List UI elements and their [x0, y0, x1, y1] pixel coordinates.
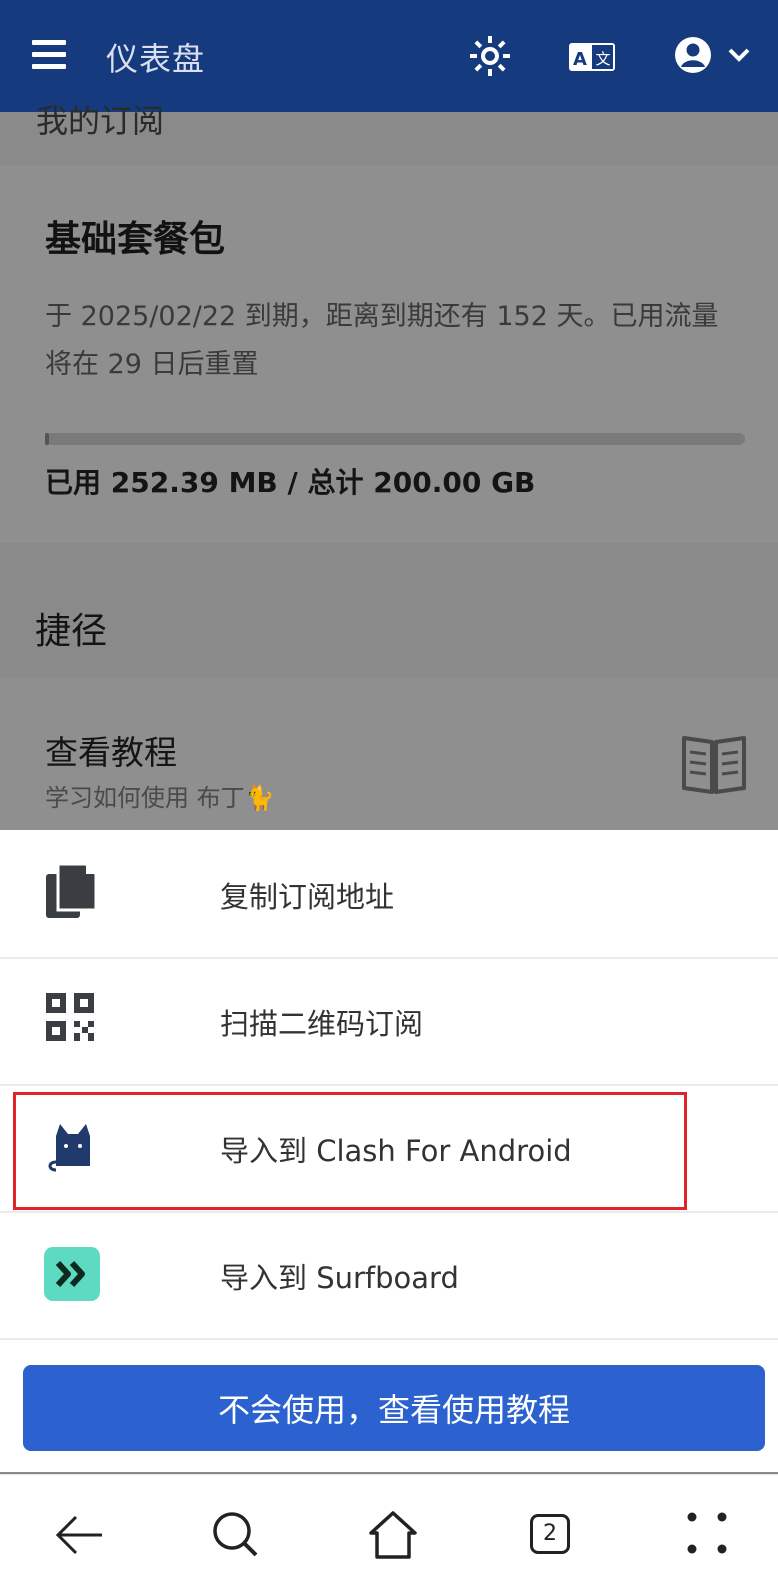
scan-qr-item[interactable]: 扫描二维码订阅: [0, 957, 778, 1086]
tabs-icon[interactable]: 2: [530, 1514, 570, 1554]
plan-name: 基础套餐包: [45, 219, 226, 260]
qr-code-icon: [46, 993, 94, 1041]
svg-text:文: 文: [595, 50, 610, 68]
usage-separator: /: [287, 466, 298, 499]
usage-summary: 已用 252.39 MB / 总计 200.00 GB: [45, 461, 535, 501]
usage-total-value: 200.00 GB: [373, 466, 536, 499]
import-surfboard-item[interactable]: 导入到 Surfboard: [0, 1211, 778, 1340]
surfboard-icon: [44, 1247, 100, 1301]
usage-progress-fill: [45, 433, 49, 445]
home-icon[interactable]: [365, 1507, 421, 1563]
more-icon[interactable]: [682, 1507, 738, 1563]
back-arrow-icon[interactable]: [52, 1507, 108, 1563]
expiry-text: 于 2025/02/22 到期，距离到期还有 152 天。已用流量将在 29 日…: [45, 301, 719, 380]
subscription-section-title: 我的订阅: [36, 102, 165, 140]
svg-text:A: A: [573, 49, 587, 70]
scan-qr-label: 扫描二维码订阅: [220, 1007, 424, 1041]
import-surfboard-label: 导入到 Surfboard: [220, 1261, 459, 1295]
tutorial-subtitle: 学习如何使用 布丁🐈: [45, 784, 275, 812]
usage-progress-bar: [45, 433, 745, 445]
hamburger-menu-icon[interactable]: [32, 40, 66, 70]
tutorial-title: 查看教程: [45, 733, 177, 772]
sun-icon[interactable]: [470, 36, 510, 76]
browser-navbar: 2: [0, 1474, 778, 1593]
usage-used-label: 已用: [45, 466, 102, 499]
search-icon[interactable]: [208, 1507, 264, 1563]
chevron-down-icon[interactable]: [727, 47, 751, 63]
clash-highlight-box: [13, 1092, 687, 1210]
user-circle-icon[interactable]: [674, 36, 712, 74]
shortcuts-title: 捷径: [35, 611, 108, 652]
tutorial-shortcut[interactable]: 查看教程 学习如何使用 布丁🐈: [0, 678, 778, 830]
copy-subscription-label: 复制订阅地址: [220, 880, 395, 914]
usage-total-label: 总计: [307, 466, 364, 499]
subscription-card: 基础套餐包 于 2025/02/22 到期，距离到期还有 152 天。已用流量将…: [0, 165, 778, 543]
copy-icon: [46, 862, 98, 918]
page-title: 仪表盘: [106, 40, 206, 78]
usage-used-value: 252.39 MB: [110, 466, 278, 499]
view-tutorial-button[interactable]: 不会使用，查看使用教程: [23, 1365, 765, 1451]
translate-icon[interactable]: A 文: [568, 40, 616, 74]
copy-subscription-item[interactable]: 复制订阅地址: [0, 830, 778, 959]
book-icon: [682, 736, 746, 794]
